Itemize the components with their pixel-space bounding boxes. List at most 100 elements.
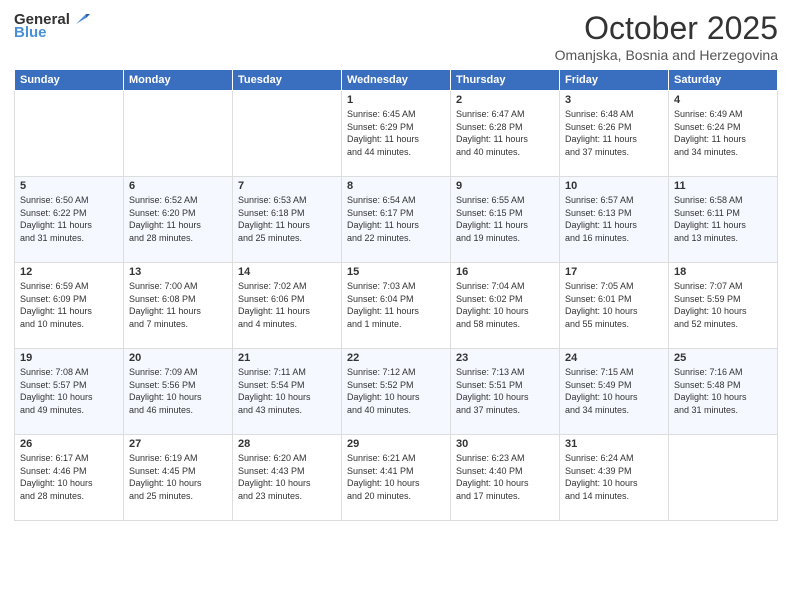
calendar-cell: 28Sunrise: 6:20 AM Sunset: 4:43 PM Dayli… [233, 435, 342, 521]
day-info: Sunrise: 6:53 AM Sunset: 6:18 PM Dayligh… [238, 194, 336, 244]
calendar-cell: 17Sunrise: 7:05 AM Sunset: 6:01 PM Dayli… [560, 263, 669, 349]
calendar-cell: 10Sunrise: 6:57 AM Sunset: 6:13 PM Dayli… [560, 177, 669, 263]
calendar-cell: 27 Sunrise: 6:19 AM Sunset: 4:45 PM Dayli… [124, 435, 233, 521]
day-info: Sunrise: 7:08 AM Sunset: 5:57 PM Dayligh… [20, 366, 118, 416]
day-info: Sunrise: 6:54 AM Sunset: 6:17 PM Dayligh… [347, 194, 445, 244]
weekday-header: Saturday [669, 70, 778, 91]
day-number: 22 [347, 352, 445, 364]
day-number: 12 [20, 266, 118, 278]
calendar-week-row: 26Sunrise: 6:17 AM Sunset: 4:46 PM Dayli… [15, 435, 778, 521]
day-info: Sunrise: 6:49 AM Sunset: 6:24 PM Dayligh… [674, 108, 772, 158]
calendar-cell: 14 Sunrise: 7:02 AM Sunset: 6:06 PM Dayli… [233, 263, 342, 349]
calendar-cell: 25 Sunrise: 7:16 AM Sunset: 5:48 PM Dayli… [669, 349, 778, 435]
calendar-cell: 18 Sunrise: 7:07 AM Sunset: 5:59 PM Dayli… [669, 263, 778, 349]
weekday-header: Wednesday [342, 70, 451, 91]
title-block: October 2025 Omanjska, Bosnia and Herzeg… [555, 10, 778, 63]
day-info: Sunrise: 6:55 AM Sunset: 6:15 PM Dayligh… [456, 194, 554, 244]
header: General Blue October 2025 Omanjska, Bosn… [14, 10, 778, 63]
day-number: 4 [674, 94, 772, 106]
day-info: Sunrise: 6:24 AM Sunset: 4:39 PM Dayligh… [565, 452, 663, 502]
day-info: Sunrise: 7:07 AM Sunset: 5:59 PM Dayligh… [674, 280, 772, 330]
calendar-week-row: 5 Sunrise: 6:50 AM Sunset: 6:22 PM Daylig… [15, 177, 778, 263]
logo-blue: Blue [14, 24, 47, 41]
day-info: Sunrise: 6:58 AM Sunset: 6:11 PM Dayligh… [674, 194, 772, 244]
day-number: 2 [456, 94, 554, 106]
calendar-cell: 20 Sunrise: 7:09 AM Sunset: 5:56 PM Dayli… [124, 349, 233, 435]
day-info: Sunrise: 6:45 AM Sunset: 6:29 PM Dayligh… [347, 108, 445, 158]
calendar-cell: 1 Sunrise: 6:45 AM Sunset: 6:29 PM Daylig… [342, 91, 451, 177]
calendar-week-row: 19 Sunrise: 7:08 AM Sunset: 5:57 PM Dayli… [15, 349, 778, 435]
day-number: 14 [238, 266, 336, 278]
logo-icon [72, 10, 90, 28]
day-info: Sunrise: 7:04 AM Sunset: 6:02 PM Dayligh… [456, 280, 554, 330]
calendar-cell: 30Sunrise: 6:23 AM Sunset: 4:40 PM Dayli… [451, 435, 560, 521]
day-info: Sunrise: 6:57 AM Sunset: 6:13 PM Dayligh… [565, 194, 663, 244]
day-number: 25 [674, 352, 772, 364]
calendar-cell: 26Sunrise: 6:17 AM Sunset: 4:46 PM Dayli… [15, 435, 124, 521]
calendar-cell [233, 91, 342, 177]
day-info: Sunrise: 6:20 AM Sunset: 4:43 PM Dayligh… [238, 452, 336, 502]
day-info: Sunrise: 6:23 AM Sunset: 4:40 PM Dayligh… [456, 452, 554, 502]
day-info: Sunrise: 6:47 AM Sunset: 6:28 PM Dayligh… [456, 108, 554, 158]
day-info: Sunrise: 7:09 AM Sunset: 5:56 PM Dayligh… [129, 366, 227, 416]
day-number: 29 [347, 438, 445, 450]
calendar-cell: 31 Sunrise: 6:24 AM Sunset: 4:39 PM Dayli… [560, 435, 669, 521]
calendar-cell [124, 91, 233, 177]
day-info: Sunrise: 6:50 AM Sunset: 6:22 PM Dayligh… [20, 194, 118, 244]
day-number: 15 [347, 266, 445, 278]
day-number: 20 [129, 352, 227, 364]
day-info: Sunrise: 7:12 AM Sunset: 5:52 PM Dayligh… [347, 366, 445, 416]
calendar-cell: 12Sunrise: 6:59 AM Sunset: 6:09 PM Dayli… [15, 263, 124, 349]
day-number: 27 [129, 438, 227, 450]
calendar-cell: 23Sunrise: 7:13 AM Sunset: 5:51 PM Dayli… [451, 349, 560, 435]
day-number: 21 [238, 352, 336, 364]
day-info: Sunrise: 6:48 AM Sunset: 6:26 PM Dayligh… [565, 108, 663, 158]
day-number: 31 [565, 438, 663, 450]
calendar-cell: 24 Sunrise: 7:15 AM Sunset: 5:49 PM Dayli… [560, 349, 669, 435]
day-info: Sunrise: 7:11 AM Sunset: 5:54 PM Dayligh… [238, 366, 336, 416]
logo: General Blue [14, 10, 90, 41]
calendar-cell: 16 Sunrise: 7:04 AM Sunset: 6:02 PM Dayli… [451, 263, 560, 349]
day-info: Sunrise: 6:52 AM Sunset: 6:20 PM Dayligh… [129, 194, 227, 244]
day-info: Sunrise: 7:02 AM Sunset: 6:06 PM Dayligh… [238, 280, 336, 330]
calendar-cell: 11 Sunrise: 6:58 AM Sunset: 6:11 PM Dayli… [669, 177, 778, 263]
day-info: Sunrise: 7:15 AM Sunset: 5:49 PM Dayligh… [565, 366, 663, 416]
calendar-cell: 3 Sunrise: 6:48 AM Sunset: 6:26 PM Daylig… [560, 91, 669, 177]
day-info: Sunrise: 7:16 AM Sunset: 5:48 PM Dayligh… [674, 366, 772, 416]
day-info: Sunrise: 6:21 AM Sunset: 4:41 PM Dayligh… [347, 452, 445, 502]
day-number: 7 [238, 180, 336, 192]
calendar-cell: 29 Sunrise: 6:21 AM Sunset: 4:41 PM Dayli… [342, 435, 451, 521]
day-number: 8 [347, 180, 445, 192]
day-info: Sunrise: 6:19 AM Sunset: 4:45 PM Dayligh… [129, 452, 227, 502]
day-number: 16 [456, 266, 554, 278]
weekday-header: Sunday [15, 70, 124, 91]
day-number: 24 [565, 352, 663, 364]
weekday-header: Thursday [451, 70, 560, 91]
weekday-header: Monday [124, 70, 233, 91]
day-number: 5 [20, 180, 118, 192]
calendar-week-row: 1 Sunrise: 6:45 AM Sunset: 6:29 PM Daylig… [15, 91, 778, 177]
calendar-cell: 4 Sunrise: 6:49 AM Sunset: 6:24 PM Daylig… [669, 91, 778, 177]
day-number: 26 [20, 438, 118, 450]
subtitle: Omanjska, Bosnia and Herzegovina [555, 47, 778, 63]
weekday-header: Friday [560, 70, 669, 91]
calendar-cell [669, 435, 778, 521]
day-number: 23 [456, 352, 554, 364]
day-number: 3 [565, 94, 663, 106]
calendar-cell: 2 Sunrise: 6:47 AM Sunset: 6:28 PM Daylig… [451, 91, 560, 177]
month-title: October 2025 [555, 10, 778, 47]
day-number: 18 [674, 266, 772, 278]
weekday-header-row: SundayMondayTuesdayWednesdayThursdayFrid… [15, 70, 778, 91]
day-number: 17 [565, 266, 663, 278]
day-number: 1 [347, 94, 445, 106]
calendar-cell: 21 Sunrise: 7:11 AM Sunset: 5:54 PM Dayli… [233, 349, 342, 435]
day-number: 11 [674, 180, 772, 192]
calendar-cell: 8 Sunrise: 6:54 AM Sunset: 6:17 PM Daylig… [342, 177, 451, 263]
page: General Blue October 2025 Omanjska, Bosn… [0, 0, 792, 612]
calendar-cell [15, 91, 124, 177]
calendar: SundayMondayTuesdayWednesdayThursdayFrid… [14, 69, 778, 521]
day-number: 19 [20, 352, 118, 364]
calendar-cell: 6Sunrise: 6:52 AM Sunset: 6:20 PM Daylig… [124, 177, 233, 263]
day-info: Sunrise: 7:00 AM Sunset: 6:08 PM Dayligh… [129, 280, 227, 330]
day-number: 13 [129, 266, 227, 278]
